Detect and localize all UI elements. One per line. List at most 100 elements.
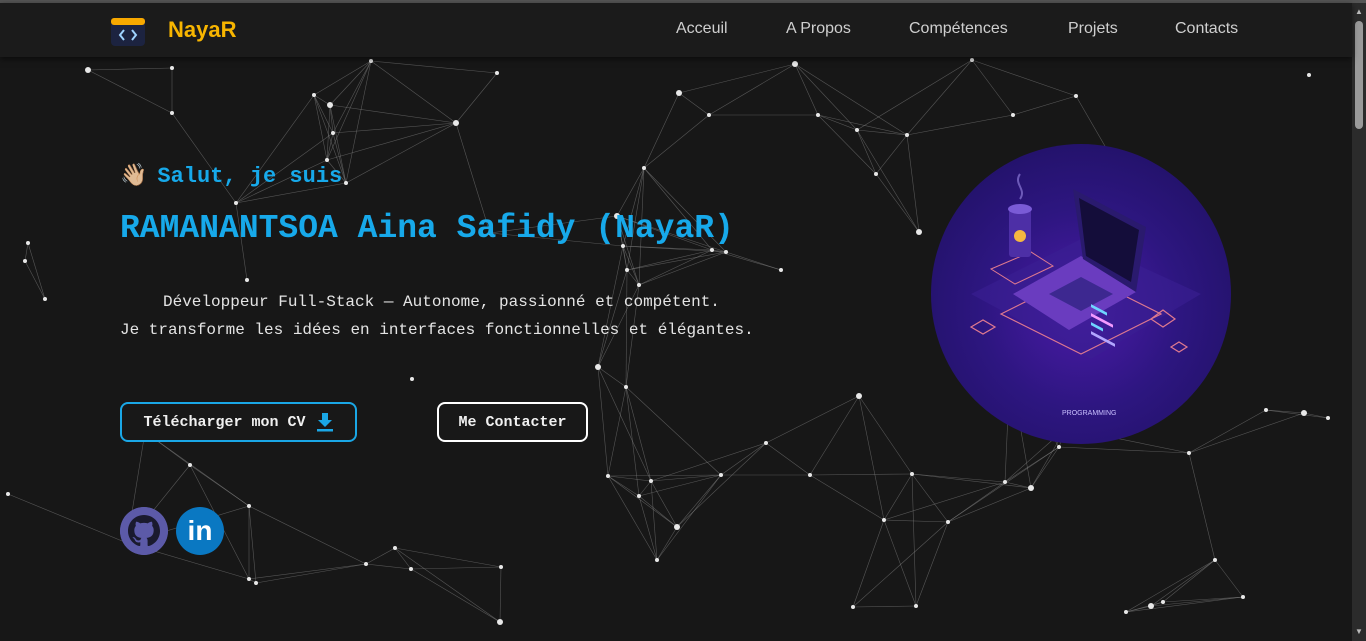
network-line bbox=[650, 474, 722, 482]
network-line bbox=[365, 563, 412, 570]
network-line bbox=[394, 547, 502, 568]
github-icon[interactable] bbox=[120, 507, 168, 555]
scroll-down-arrow-icon[interactable]: ▼ bbox=[1354, 627, 1364, 637]
network-line bbox=[597, 366, 609, 477]
scrollbar-thumb[interactable] bbox=[1355, 21, 1363, 129]
network-line bbox=[248, 505, 257, 584]
network-line bbox=[794, 63, 858, 131]
network-line bbox=[643, 114, 710, 169]
network-node bbox=[595, 364, 601, 370]
nav-link-competences[interactable]: Compétences bbox=[909, 20, 1008, 38]
network-node bbox=[674, 524, 680, 530]
network-node bbox=[499, 565, 503, 569]
network-node bbox=[882, 518, 886, 522]
network-node bbox=[247, 504, 251, 508]
network-line bbox=[794, 63, 908, 136]
network-line bbox=[911, 473, 1006, 483]
brand-name[interactable]: NayaR bbox=[168, 17, 236, 43]
greeting: 👋🏼 Salut, je suis bbox=[120, 163, 342, 189]
network-line bbox=[326, 122, 457, 161]
network-line bbox=[7, 493, 128, 544]
network-node bbox=[1301, 410, 1307, 416]
hero-description: Développeur Full-Stack — Autonome, passi… bbox=[120, 288, 754, 344]
network-node bbox=[85, 67, 91, 73]
network-node bbox=[624, 385, 628, 389]
network-node bbox=[6, 492, 10, 496]
network-node bbox=[724, 250, 728, 254]
network-line bbox=[313, 60, 372, 96]
network-node bbox=[1187, 451, 1191, 455]
download-cv-button[interactable]: Télécharger mon CV bbox=[120, 402, 357, 442]
network-line bbox=[856, 129, 877, 175]
network-node bbox=[637, 283, 641, 287]
network-node bbox=[1264, 408, 1268, 412]
nav-link-contacts[interactable]: Contacts bbox=[1175, 20, 1238, 38]
network-node bbox=[254, 581, 258, 585]
network-node bbox=[808, 473, 812, 477]
network-line bbox=[1265, 409, 1329, 419]
network-node bbox=[1074, 94, 1078, 98]
network-line bbox=[638, 495, 678, 528]
network-node bbox=[606, 474, 610, 478]
network-line bbox=[883, 519, 949, 523]
network-node bbox=[649, 479, 653, 483]
network-node bbox=[312, 93, 316, 97]
contact-me-button[interactable]: Me Contacter bbox=[437, 402, 588, 442]
network-node bbox=[410, 377, 414, 381]
network-node bbox=[792, 61, 798, 67]
network-node bbox=[247, 577, 251, 581]
nav-link-a-propos[interactable]: A Propos bbox=[786, 20, 851, 38]
network-node bbox=[916, 229, 922, 235]
network-line bbox=[329, 60, 372, 106]
network-line bbox=[794, 63, 819, 116]
nav-link-projets[interactable]: Projets bbox=[1068, 20, 1118, 38]
network-node bbox=[331, 131, 335, 135]
network-node bbox=[910, 472, 914, 476]
greeting-text: Salut, je suis bbox=[157, 164, 343, 189]
page-scrollbar[interactable]: ▲ ▼ bbox=[1352, 3, 1366, 641]
network-line bbox=[650, 480, 678, 528]
network-node bbox=[369, 59, 373, 63]
network-node bbox=[26, 241, 30, 245]
network-line bbox=[499, 566, 502, 623]
network-node bbox=[1307, 73, 1311, 77]
code-window-icon[interactable] bbox=[110, 17, 146, 47]
nav-link-accueil[interactable]: Acceuil bbox=[676, 20, 728, 38]
network-node bbox=[495, 71, 499, 75]
network-line bbox=[24, 242, 29, 262]
network-line bbox=[1125, 601, 1164, 613]
network-line bbox=[607, 475, 658, 561]
network-line bbox=[394, 547, 412, 570]
network-line bbox=[725, 251, 782, 271]
network-node bbox=[719, 473, 723, 477]
network-line bbox=[809, 473, 913, 476]
download-cv-label: Télécharger mon CV bbox=[143, 413, 306, 431]
network-line bbox=[817, 114, 908, 136]
network-node bbox=[497, 619, 503, 625]
network-line bbox=[622, 245, 640, 286]
network-line bbox=[852, 519, 885, 608]
network-line bbox=[1004, 446, 1060, 483]
network-node bbox=[409, 567, 413, 571]
network-node bbox=[710, 248, 714, 252]
network-line bbox=[345, 60, 372, 184]
network-node bbox=[1161, 600, 1165, 604]
network-line bbox=[345, 122, 457, 184]
network-line bbox=[625, 386, 652, 482]
network-node bbox=[816, 113, 820, 117]
network-node bbox=[1011, 113, 1015, 117]
network-node bbox=[364, 562, 368, 566]
network-node bbox=[1028, 485, 1034, 491]
network-node bbox=[642, 166, 646, 170]
network-line bbox=[410, 566, 502, 570]
network-line bbox=[883, 481, 1006, 521]
linkedin-icon[interactable]: in bbox=[176, 507, 224, 555]
network-line bbox=[329, 104, 334, 134]
network-node bbox=[855, 128, 859, 132]
network-line bbox=[676, 442, 767, 528]
network-line bbox=[607, 474, 722, 477]
download-icon bbox=[316, 413, 333, 432]
network-node bbox=[327, 102, 333, 108]
network-line bbox=[911, 473, 949, 523]
scroll-up-arrow-icon[interactable]: ▲ bbox=[1354, 7, 1364, 17]
